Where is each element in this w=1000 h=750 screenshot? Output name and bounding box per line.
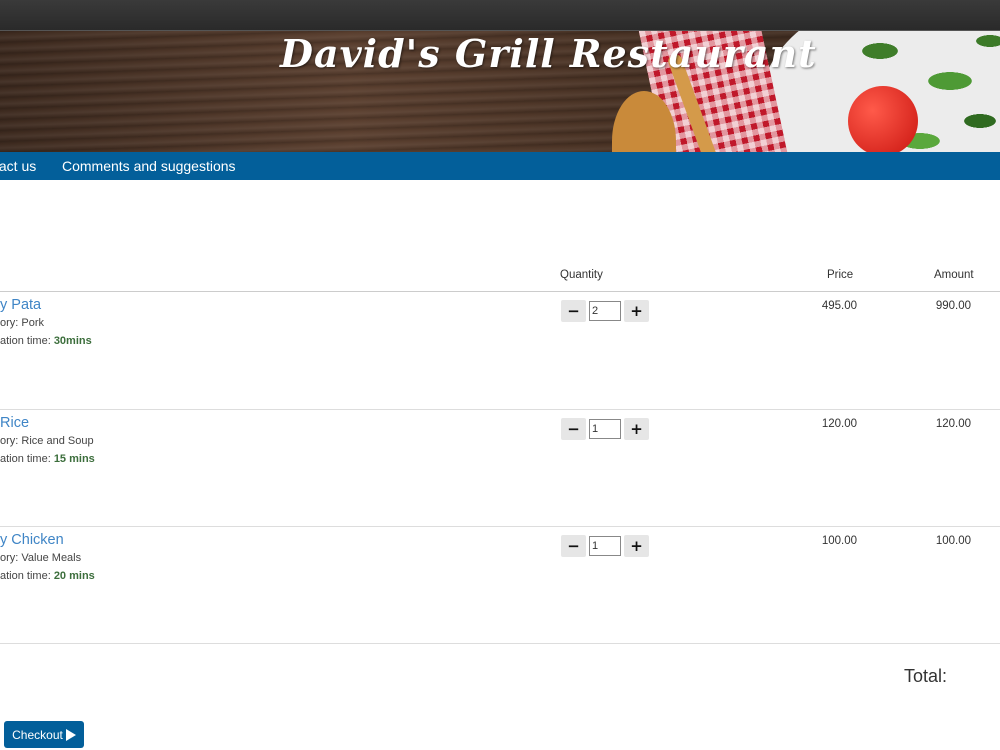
item-category: ory: Pork: [0, 317, 45, 329]
item-price: 495.00: [821, 300, 857, 312]
item-name-link[interactable]: Rice: [0, 415, 29, 431]
main-nav: tact us Comments and suggestions: [0, 152, 1000, 180]
item-category: ory: Value Meals: [0, 552, 82, 564]
decrease-quantity-button[interactable]: −: [561, 300, 586, 322]
row-divider: [0, 643, 1000, 644]
quantity-input[interactable]: [589, 536, 621, 556]
column-header-quantity: Quantity: [560, 269, 603, 281]
checkout-label: Checkout: [12, 727, 63, 742]
play-icon: [65, 728, 76, 741]
decrease-quantity-button[interactable]: −: [561, 535, 586, 557]
increase-quantity-button[interactable]: +: [624, 300, 649, 322]
column-header-amount: Amount: [934, 269, 974, 281]
decrease-quantity-button[interactable]: −: [561, 418, 586, 440]
restaurant-title: David's Grill Restaurant: [280, 31, 817, 76]
cart-row: y Pata ory: Pork ation time: 30mins − + …: [0, 292, 1000, 409]
item-name-link[interactable]: y Pata: [0, 297, 41, 313]
item-category: ory: Rice and Soup: [0, 435, 94, 447]
item-price: 120.00: [821, 418, 857, 430]
item-amount: 100.00: [935, 535, 971, 547]
item-prep-time: ation time: 20 mins: [0, 570, 95, 582]
cart-row: y Chicken ory: Value Meals ation time: 2…: [0, 527, 1000, 644]
browser-top-bar: [0, 0, 1000, 31]
nav-comments-suggestions[interactable]: Comments and suggestions: [62, 158, 236, 174]
total-label: Total:: [904, 666, 948, 686]
quantity-input[interactable]: [589, 301, 621, 321]
column-header-price: Price: [827, 269, 854, 281]
increase-quantity-button[interactable]: +: [624, 535, 649, 557]
checkout-button[interactable]: Checkout: [4, 721, 84, 748]
item-price: 100.00: [821, 535, 857, 547]
increase-quantity-button[interactable]: +: [624, 418, 649, 440]
item-amount: 120.00: [935, 418, 971, 430]
quantity-input[interactable]: [589, 419, 621, 439]
nav-contact-us[interactable]: tact us: [0, 158, 36, 174]
item-amount: 990.00: [935, 300, 971, 312]
cart-row: Rice ory: Rice and Soup ation time: 15 m…: [0, 410, 1000, 527]
tomato-image: [848, 86, 918, 152]
item-name-link[interactable]: y Chicken: [0, 532, 64, 548]
item-prep-time: ation time: 15 mins: [0, 453, 95, 465]
header-banner: David's Grill Restaurant: [0, 31, 1000, 152]
item-prep-time: ation time: 30mins: [0, 335, 92, 347]
